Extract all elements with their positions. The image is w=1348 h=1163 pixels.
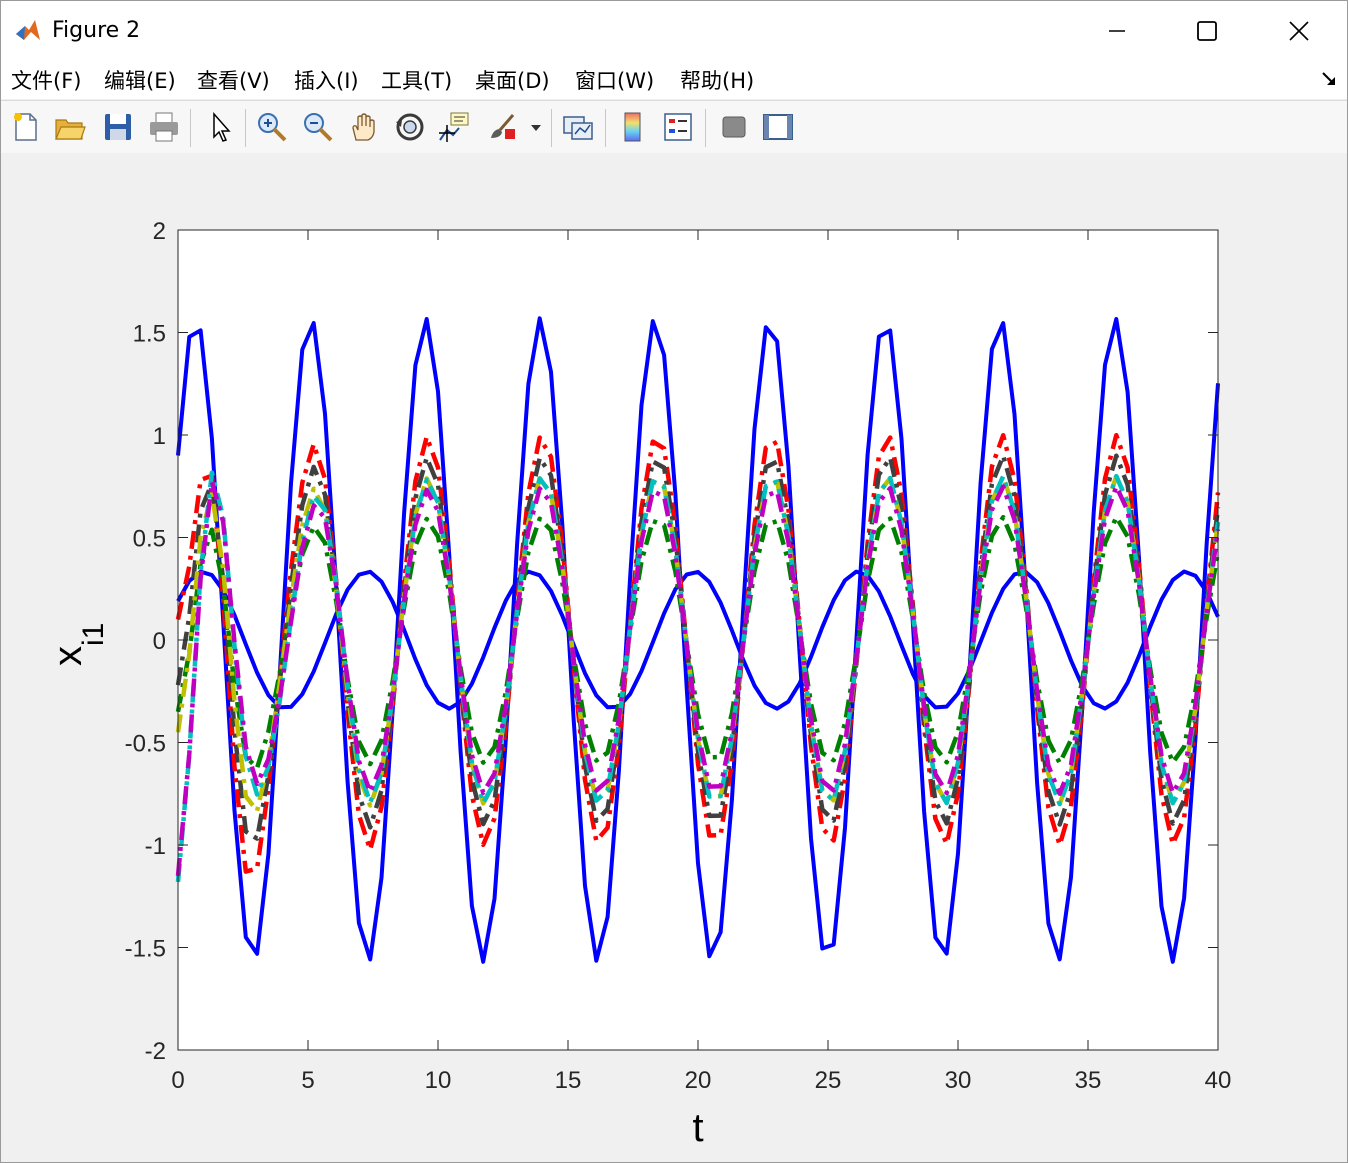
- colorbar-icon[interactable]: [616, 110, 650, 144]
- y-axis-label: xi1: [46, 623, 110, 666]
- open-file-icon[interactable]: [53, 110, 87, 144]
- close-button[interactable]: [1253, 1, 1345, 61]
- menu-tools[interactable]: 工具(T): [381, 65, 452, 95]
- toolbar-separator: [605, 109, 606, 147]
- x-tick-label: 40: [1205, 1067, 1232, 1094]
- menu-view[interactable]: 查看(V): [197, 65, 270, 95]
- menu-edit[interactable]: 编辑(E): [104, 65, 176, 95]
- x-tick-label: 10: [425, 1067, 452, 1094]
- menu-insert[interactable]: 插入(I): [294, 65, 359, 95]
- x-tick-label: 35: [1075, 1067, 1102, 1094]
- minimize-icon: [1109, 30, 1125, 32]
- x-tick-label: 20: [685, 1067, 712, 1094]
- matlab-logo-icon: [16, 20, 40, 40]
- menu-window[interactable]: 窗口(W): [575, 65, 654, 95]
- rotate-3d-icon[interactable]: [393, 110, 427, 144]
- menu-bar: 文件(F) 编辑(E) 查看(V) 插入(I) 工具(T) 桌面(D) 窗口(W…: [1, 61, 1347, 99]
- maximize-button[interactable]: [1161, 1, 1253, 61]
- toolbar-separator: [245, 109, 246, 147]
- brush-dropdown-icon[interactable]: [529, 110, 543, 144]
- y-tick-label: -1: [145, 833, 166, 860]
- x-tick-label: 5: [301, 1067, 314, 1094]
- menu-file[interactable]: 文件(F): [11, 65, 81, 95]
- x-axis-label: t: [692, 1106, 703, 1150]
- y-tick-label: 0.5: [133, 526, 166, 553]
- y-axis-label-subscript: i1: [77, 623, 110, 646]
- print-icon[interactable]: [147, 110, 181, 144]
- x-tick-label: 0: [171, 1067, 184, 1094]
- data-cursor-icon[interactable]: [437, 110, 471, 144]
- zoom-in-icon[interactable]: [255, 110, 289, 144]
- x-tick-label: 15: [555, 1067, 582, 1094]
- menu-help[interactable]: 帮助(H): [680, 65, 754, 95]
- dock-arrow-icon[interactable]: [1321, 71, 1337, 87]
- pan-hand-icon[interactable]: [347, 110, 381, 144]
- new-figure-icon[interactable]: [9, 110, 43, 144]
- minimize-button[interactable]: [1071, 1, 1163, 61]
- title-bar[interactable]: Figure 2: [1, 1, 1347, 61]
- y-axis-label-main: x: [46, 646, 90, 666]
- save-icon[interactable]: [101, 110, 135, 144]
- legend-icon[interactable]: [661, 110, 695, 144]
- window-title: Figure 2: [52, 18, 141, 43]
- y-tick-label: -1.5: [125, 936, 166, 963]
- x-tick-label: 30: [945, 1067, 972, 1094]
- y-tick-label: 1: [153, 423, 166, 450]
- hide-plot-tools-icon[interactable]: [717, 110, 751, 144]
- x-tick-label: 25: [815, 1067, 842, 1094]
- zoom-out-icon[interactable]: [301, 110, 335, 144]
- show-plot-tools-icon[interactable]: [761, 110, 795, 144]
- link-plot-icon[interactable]: [561, 110, 595, 144]
- line-chart[interactable]: 0 5 10 15 20 25 30 35 4021.510.50-0.5-1-1.5-2 t …: [1, 153, 1347, 1162]
- close-icon: [1289, 21, 1309, 41]
- menu-desktop[interactable]: 桌面(D): [475, 65, 550, 95]
- y-tick-label: -2: [145, 1038, 166, 1065]
- maximize-icon: [1197, 21, 1217, 41]
- toolbar: [1, 100, 1347, 154]
- brush-icon[interactable]: [485, 110, 519, 144]
- figure-canvas: 0 5 10 15 20 25 30 35 40 2 1.5 1 0.5 0 -0.5 -1 -1.5 -2 t …: [1, 153, 1347, 1162]
- figure-window: Figure 2 文件(F) 编辑(E) 查看(V) 插入(I) 工具(T) 桌…: [0, 0, 1348, 1163]
- toolbar-separator: [705, 109, 706, 147]
- toolbar-separator: [551, 109, 552, 147]
- y-tick-label: 2: [153, 218, 166, 245]
- y-tick-label: 1.5: [133, 321, 166, 348]
- y-tick-label: -0.5: [125, 731, 166, 758]
- toolbar-separator: [190, 109, 191, 147]
- y-tick-label: 0: [153, 628, 166, 655]
- pointer-icon[interactable]: [204, 110, 238, 144]
